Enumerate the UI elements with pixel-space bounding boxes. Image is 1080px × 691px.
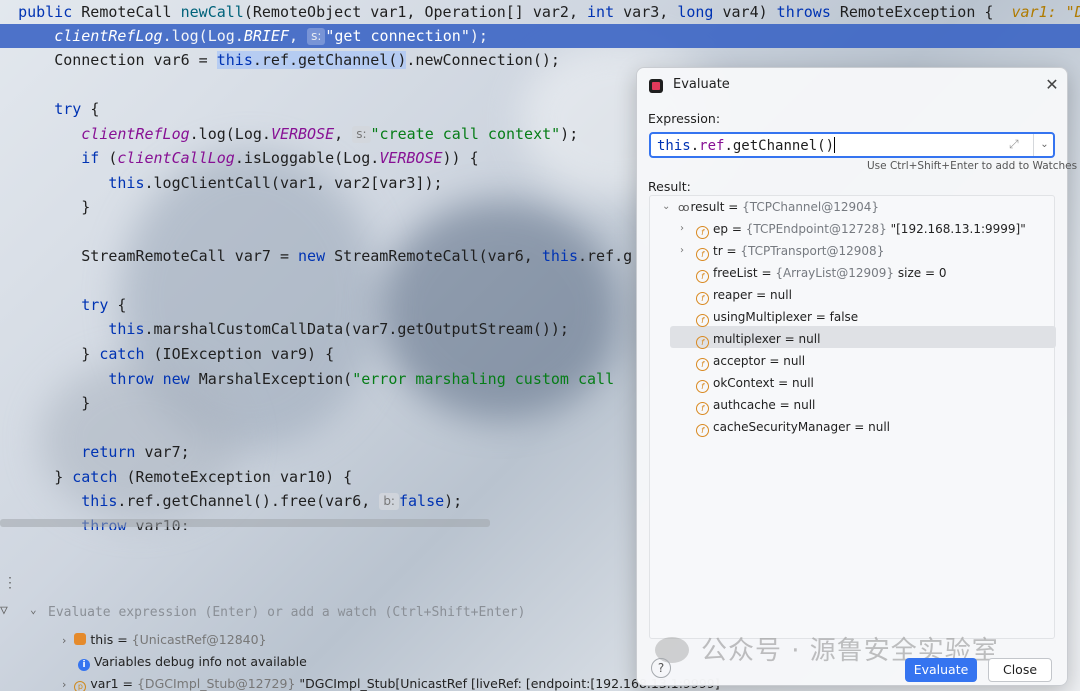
- param-hint: s:: [307, 28, 326, 45]
- filter-icon[interactable]: ▽: [0, 603, 8, 618]
- param-hint: b:: [379, 493, 399, 510]
- history-dropdown-icon[interactable]: ⌄: [1033, 134, 1055, 156]
- close-icon[interactable]: ✕: [1043, 75, 1061, 94]
- expression-label: Expression:: [648, 111, 721, 126]
- watches-hint: Use Ctrl+Shift+Enter to add to Watches: [867, 160, 1078, 172]
- help-button[interactable]: ?: [651, 658, 671, 678]
- code-line-2-current: clientRefLog.log(Log.BRIEF, s: "get conne…: [0, 24, 1080, 48]
- field-row-acceptor[interactable]: f acceptor = null: [696, 350, 805, 372]
- field-icon: f: [696, 336, 709, 349]
- more-options-icon[interactable]: ⋮: [3, 575, 17, 591]
- field-icon: f: [696, 292, 709, 305]
- chevron-down-icon[interactable]: ⌄: [30, 603, 37, 616]
- field-row-multiplexer[interactable]: f multiplexer = null: [696, 328, 820, 350]
- field-row-ep[interactable]: › f ep = {TCPEndpoint@12728} "[192.168.13…: [680, 218, 1026, 240]
- expand-editor-icon[interactable]: ⤢: [1009, 137, 1019, 152]
- variable-row-info: i Variables debug info not available: [78, 651, 307, 673]
- info-icon: i: [78, 659, 90, 671]
- variable-row-var1[interactable]: › p var1 = {DGCImpl_Stub@12729} "DGCImpl_S…: [62, 673, 720, 691]
- close-button[interactable]: Close: [988, 658, 1052, 682]
- field-icon: f: [696, 358, 709, 371]
- parameter-icon: p: [74, 681, 87, 691]
- watch-expression-input[interactable]: Evaluate expression (Enter) or add a wat…: [48, 601, 638, 625]
- field-icon: f: [696, 270, 709, 283]
- field-row-authcache[interactable]: f authcache = null: [696, 394, 815, 416]
- debugger-logo-icon: [649, 79, 663, 93]
- field-icon: f: [696, 402, 709, 415]
- field-row-freelist[interactable]: f freeList = {ArrayList@12909} size = 0: [696, 262, 947, 284]
- dialog-title: Evaluate: [673, 77, 730, 92]
- field-icon: f: [696, 424, 709, 437]
- result-tree[interactable]: ⌄ oo result = {TCPChannel@12904} › f ep = …: [649, 195, 1056, 639]
- field-icon: f: [696, 226, 709, 239]
- horizontal-scrollbar[interactable]: [0, 519, 490, 527]
- result-root-row[interactable]: ⌄ oo result = {TCPChannel@12904}: [662, 196, 879, 218]
- variable-row-this[interactable]: › this = {UnicastRef@12840}: [62, 629, 267, 651]
- evaluate-button[interactable]: Evaluate: [905, 658, 977, 682]
- expand-arrow-icon[interactable]: ›: [680, 240, 684, 262]
- expand-arrow-icon[interactable]: ›: [62, 678, 66, 691]
- param-hint: s:: [352, 126, 371, 143]
- evaluate-dialog: Evaluate ✕ Expression: this.ref.getChann…: [636, 67, 1077, 686]
- expand-arrow-icon[interactable]: ›: [62, 634, 66, 647]
- field-row-reaper[interactable]: f reaper = null: [696, 284, 792, 306]
- collapse-arrow-icon[interactable]: ⌄: [662, 196, 670, 218]
- expand-arrow-icon[interactable]: ›: [680, 218, 684, 240]
- inline-value-hint: var1: "DG: [1011, 3, 1080, 21]
- field-icon: f: [696, 314, 709, 327]
- field-row-okcontext[interactable]: f okContext = null: [696, 372, 814, 394]
- field-icon: f: [696, 248, 709, 261]
- watch-result-icon: oo: [678, 201, 690, 214]
- code-line-1: public RemoteCall newCall(RemoteObject v…: [0, 0, 1080, 24]
- field-row-usingmultiplexer[interactable]: f usingMultiplexer = false: [696, 306, 858, 328]
- object-icon: [74, 633, 87, 645]
- expression-text: this.ref.getChannel(): [657, 137, 836, 154]
- field-row-tr[interactable]: › f tr = {TCPTransport@12908}: [680, 240, 884, 262]
- field-row-cachesecuritymanager[interactable]: f cacheSecurityManager = null: [696, 416, 890, 438]
- field-icon: f: [696, 380, 709, 393]
- expression-input[interactable]: this.ref.getChannel() ⤢ ⌄: [649, 132, 1055, 158]
- result-label: Result:: [648, 179, 691, 194]
